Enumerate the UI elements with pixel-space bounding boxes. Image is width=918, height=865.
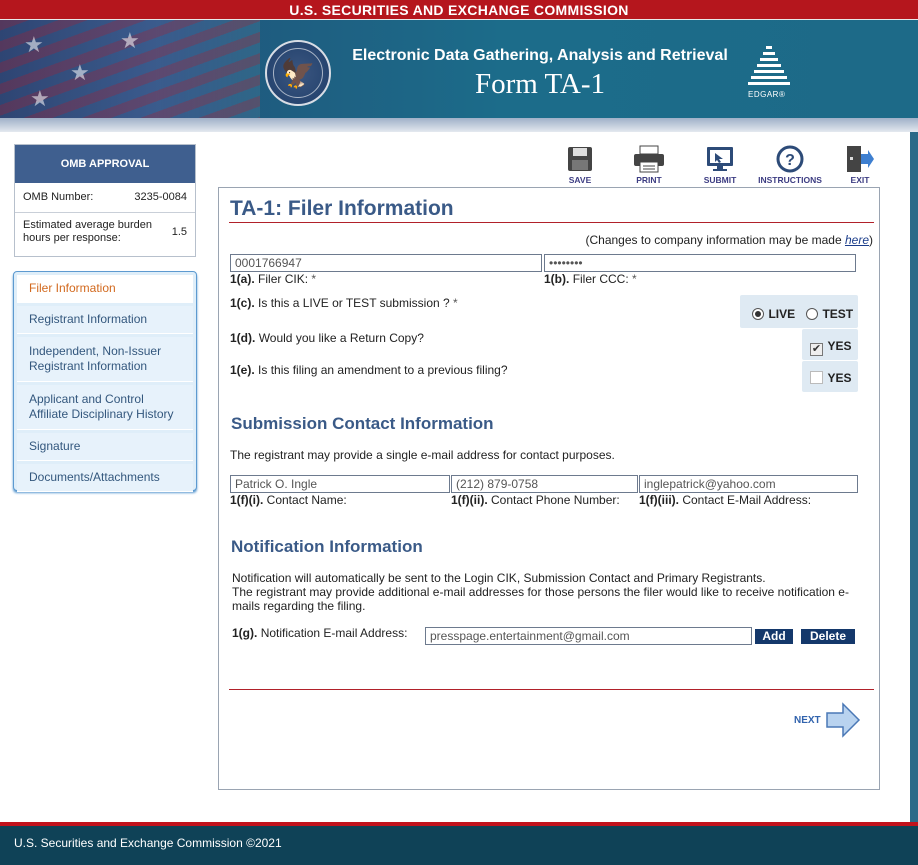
omb-approval-box: OMB APPROVAL OMB Number: 3235-0084 Estim… [14,144,196,257]
amendment-option: YES [802,361,858,392]
test-radio[interactable]: TEST [806,305,853,323]
main-panel: TA-1: Filer Information (Changes to comp… [218,187,880,790]
return-copy-question: 1(d). Would you like a Return Copy? [230,331,424,345]
add-email-button[interactable]: Add [755,629,793,644]
burden-value: 1.5 [171,226,187,238]
notification-email-field[interactable]: presspage.entertainment@gmail.com [425,627,752,645]
omb-number-label: OMB Number: [23,191,94,203]
contact-phone-label: 1(f)(ii). Contact Phone Number: [451,493,620,507]
agency-bar: U.S. SECURITIES AND EXCHANGE COMMISSION [0,0,918,20]
contact-email-label: 1(f)(iii). Contact E-Mail Address: [639,493,812,507]
edgar-logo-text: EDGAR® [748,90,786,99]
live-radio[interactable]: LIVE [752,305,795,323]
next-button[interactable]: NEXT [794,701,864,741]
contact-name-label: 1(f)(i). Contact Name: [230,493,347,507]
omb-title: OMB APPROVAL [15,145,195,183]
sidebar-item-registrant-information[interactable]: Registrant Information [17,306,193,334]
contact-description: The registrant may provide a single e-ma… [230,448,615,462]
contact-email-field[interactable]: inglepatrick@yahoo.com [639,475,858,493]
change-here-link[interactable]: here [845,233,869,247]
notification-email-label: 1(g). Notification E-mail Address: [232,626,408,640]
page-title: TA-1: Filer Information [230,197,454,220]
amendment-question: 1(e). Is this filing an amendment to a p… [230,363,508,377]
form-title: Form TA-1 [474,68,606,100]
amendment-checkbox[interactable]: YES [810,369,851,387]
star-icon: ★ [120,28,140,53]
filer-cik-label: 1(a). Filer CIK: * [230,272,317,286]
svg-text:?: ? [785,152,795,169]
submit-button[interactable]: SUBMIT [700,145,740,185]
sidebar-item-signature[interactable]: Signature [17,433,193,461]
omb-number-value: 3235-0084 [134,191,187,203]
burden-label: Estimated average burden hours per respo… [23,219,153,244]
star-icon: ★ [70,60,90,85]
title-divider [229,222,874,223]
save-icon [568,147,592,171]
notification-text: Notification will automatically be sent … [232,571,849,613]
checkmark-icon: ✔ [810,343,823,356]
save-button[interactable]: SAVE [565,145,595,185]
submit-monitor-icon [707,147,733,171]
sidebar-item-independent-registrant[interactable]: Independent, Non-Issuer Registrant Infor… [17,337,193,382]
page-edge [910,132,918,822]
sidebar-item-filer-information[interactable]: Filer Information [17,275,193,303]
banner-gradient [0,118,918,132]
filer-cik-field[interactable]: 0001766947 [230,254,542,272]
change-note: (Changes to company information may be m… [585,233,874,247]
sidebar-nav: Filer Information Registrant Information… [13,271,197,492]
notification-heading: Notification Information [231,537,423,556]
header-banner: ★ ★ ★ ★ 🦅 Electronic Data Gathering, Ana… [0,20,918,118]
bottom-divider [229,689,874,690]
printer-icon [634,145,664,173]
delete-email-button[interactable]: Delete [801,629,855,644]
sidebar-item-documents[interactable]: Documents/Attachments [17,464,193,492]
system-title: Electronic Data Gathering, Analysis and … [352,47,728,64]
live-test-options: LIVE TEST [740,295,858,328]
sec-seal-icon: 🦅 [265,40,331,106]
help-icon: ? [776,145,804,173]
print-button[interactable]: PRINT [631,145,667,185]
return-copy-checkbox[interactable]: ✔ YES [810,337,851,356]
instructions-button[interactable]: ? INSTRUCTIONS [755,145,825,185]
sidebar-item-disciplinary-history[interactable]: Applicant and Control Affiliate Discipli… [17,385,193,430]
return-copy-option: ✔ YES [802,329,858,360]
exit-door-icon [847,146,874,172]
page-footer: U.S. Securities and Exchange Commission … [0,822,918,865]
contact-phone-field[interactable]: (212) 879-0758 [451,475,638,493]
toolbar: SAVE PRINT SUBMIT ? INSTRUCTIONS EXIT [555,145,885,185]
next-arrow-icon [826,702,861,738]
exit-button[interactable]: EXIT [843,145,877,185]
live-test-question: 1(c). Is this a LIVE or TEST submission … [230,296,458,310]
star-icon: ★ [24,32,44,57]
contact-name-field[interactable]: Patrick O. Ingle [230,475,450,493]
filer-ccc-field[interactable]: •••••••• [544,254,856,272]
contact-heading: Submission Contact Information [231,414,494,433]
filer-ccc-label: 1(b). Filer CCC: * [544,272,637,286]
star-icon: ★ [30,86,50,111]
